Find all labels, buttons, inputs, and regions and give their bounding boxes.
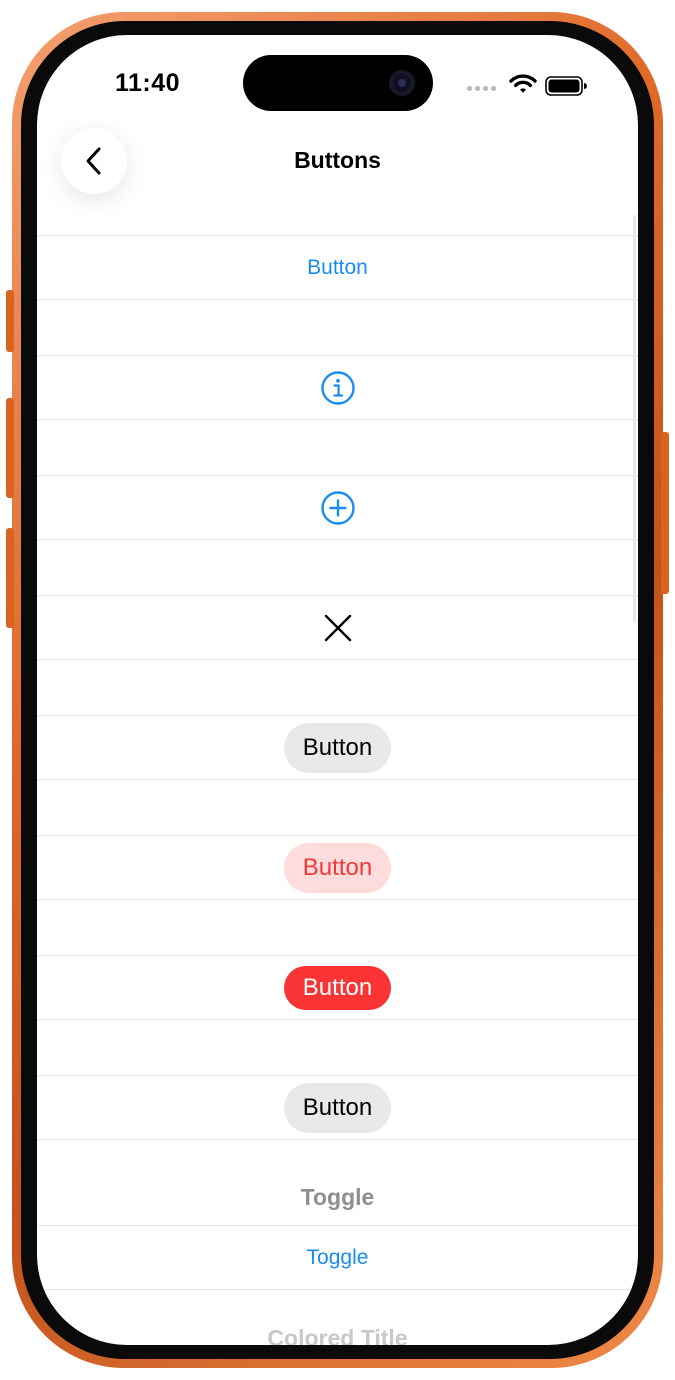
section-title-colored: Colored Title xyxy=(267,1325,408,1345)
list-row xyxy=(37,475,638,540)
list-row xyxy=(37,355,638,420)
tinted-destructive-button[interactable]: Button xyxy=(283,842,392,893)
cellular-signal-icon xyxy=(467,86,496,91)
gray-pill-button[interactable]: Button xyxy=(283,722,392,773)
status-time: 11:40 xyxy=(115,69,181,97)
list-row: Button xyxy=(37,955,638,1020)
plus-circle-icon[interactable] xyxy=(318,488,358,528)
power-button xyxy=(661,432,669,594)
list-row: Button xyxy=(37,715,638,780)
toggle-button[interactable]: Toggle xyxy=(307,1246,369,1270)
volume-up-button xyxy=(6,398,14,498)
filled-destructive-button[interactable]: Button xyxy=(283,965,392,1010)
dynamic-island xyxy=(243,55,433,111)
screen: Button Button Button Button Button Toggl… xyxy=(37,35,638,1345)
list-row xyxy=(37,595,638,660)
action-button xyxy=(6,290,14,352)
close-x-icon[interactable] xyxy=(318,608,358,648)
wifi-icon xyxy=(509,74,537,93)
list-row: Button xyxy=(37,1075,638,1140)
info-circle-icon[interactable] xyxy=(318,368,358,408)
status-indicators xyxy=(467,71,597,97)
list-row: Button xyxy=(37,835,638,900)
volume-down-button xyxy=(6,528,14,628)
page-title: Buttons xyxy=(294,147,381,173)
battery-icon xyxy=(545,76,587,96)
button-list: Button Button Button Button Button Toggl… xyxy=(37,35,638,1345)
list-row: Button xyxy=(37,235,638,300)
plain-button[interactable]: Button xyxy=(307,256,368,280)
gray-pill-button[interactable]: Button xyxy=(283,1082,392,1133)
scroll-indicator[interactable] xyxy=(633,215,636,623)
section-title-toggle: Toggle xyxy=(300,1184,375,1210)
camera-icon xyxy=(389,70,415,96)
list-row: Toggle xyxy=(37,1225,638,1290)
